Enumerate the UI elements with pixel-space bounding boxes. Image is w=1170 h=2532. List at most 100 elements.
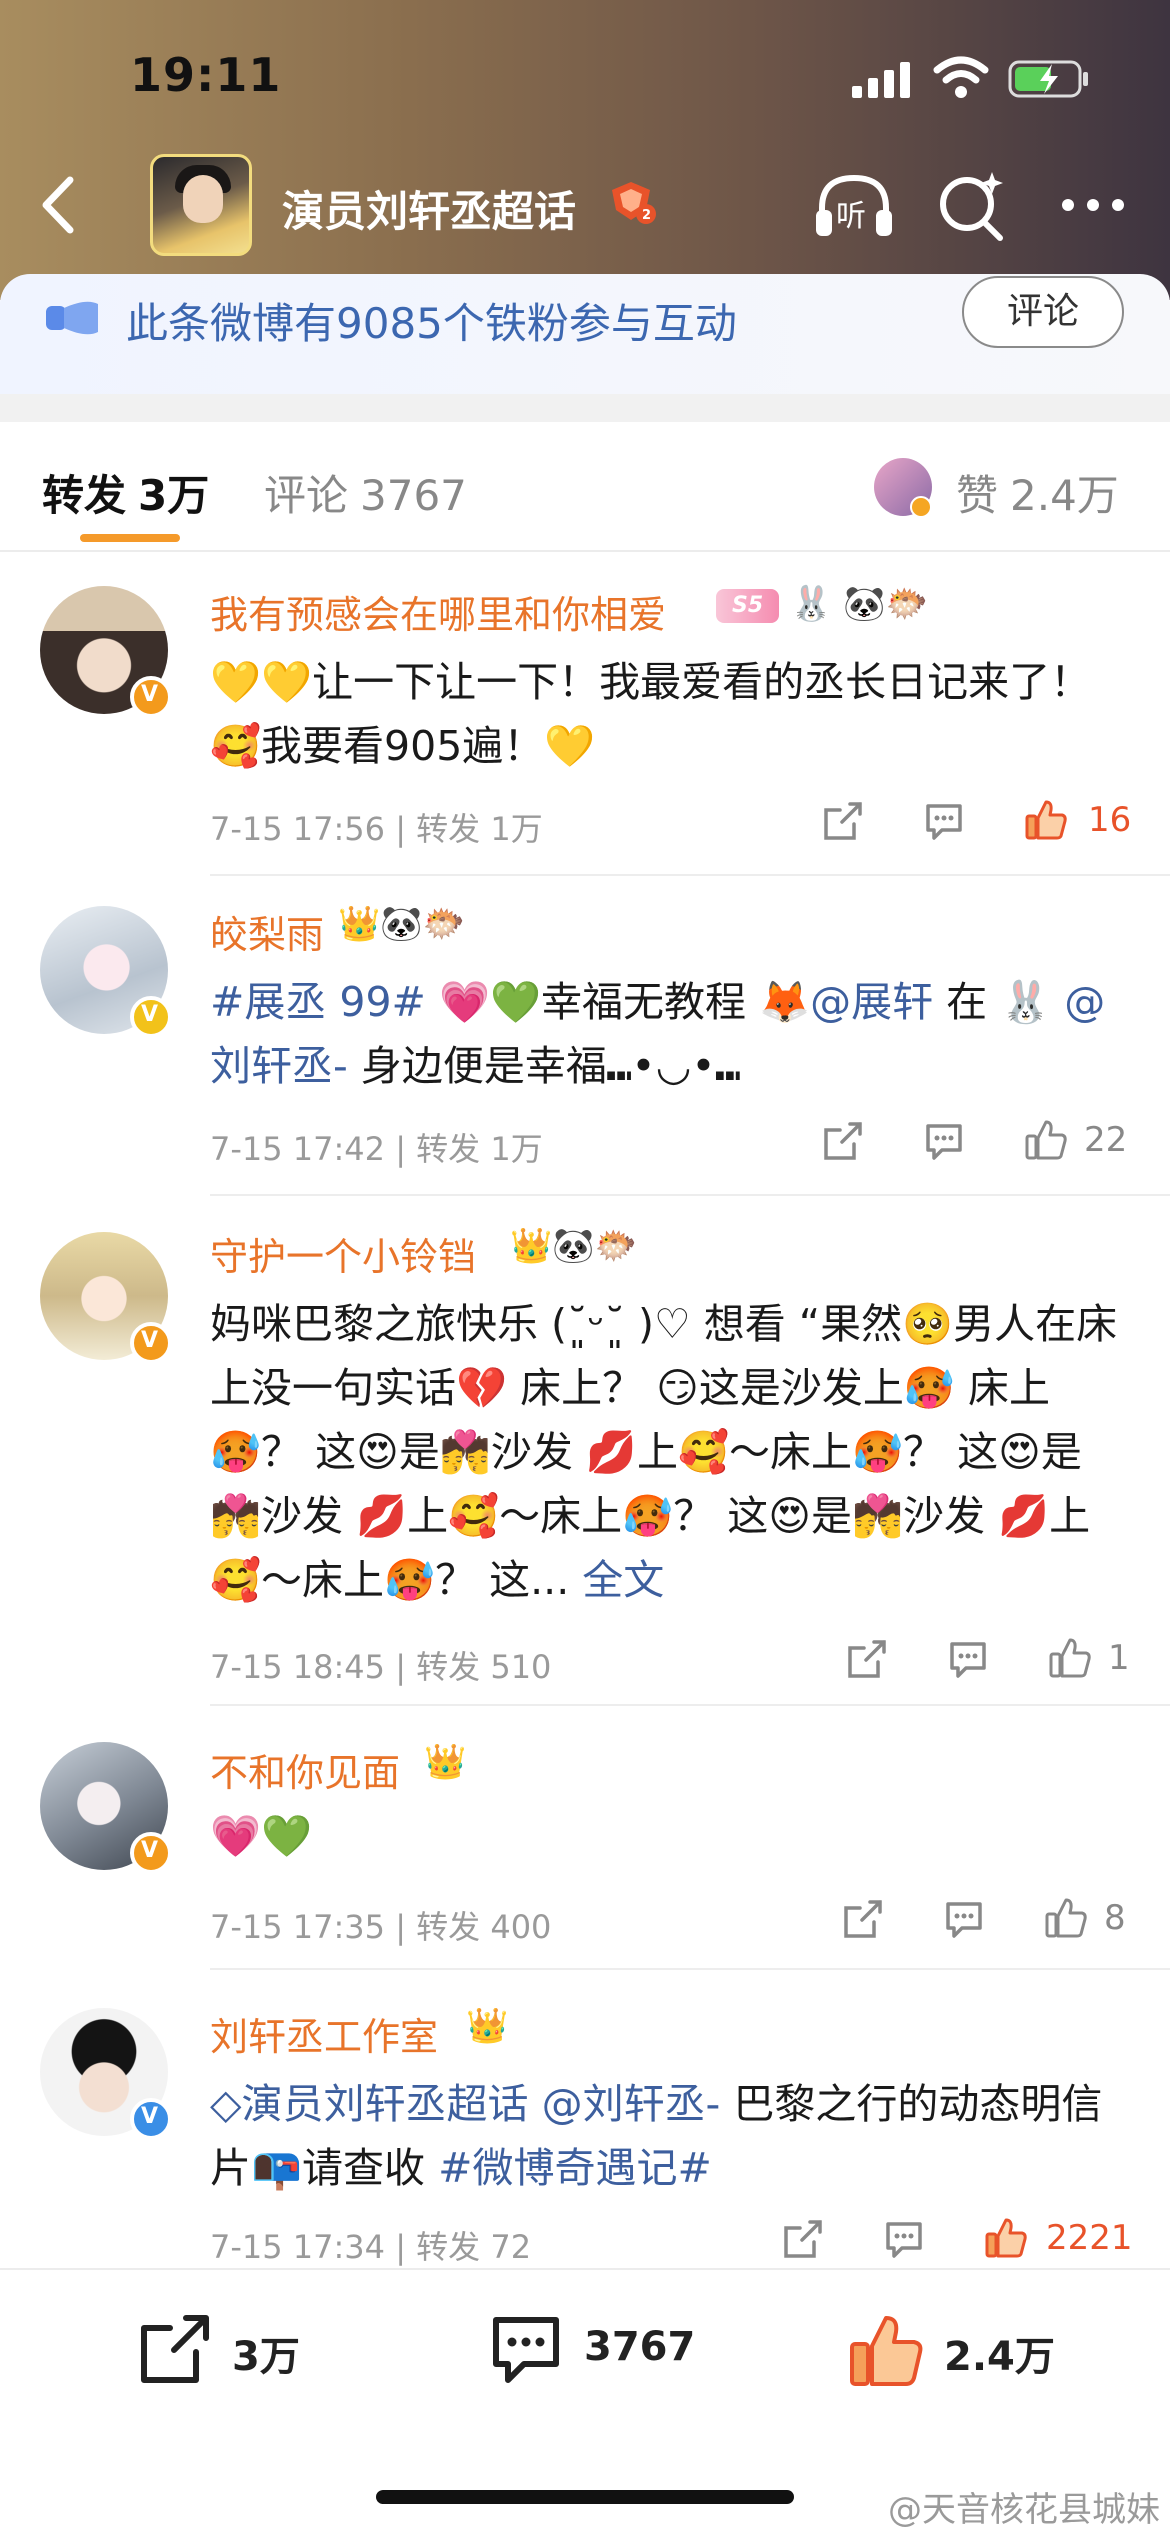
topic-title[interactable]: 演员刘轩丞超话 xyxy=(282,178,576,239)
svg-text:听: 听 xyxy=(836,199,866,234)
user-badges: 👑 xyxy=(466,2006,509,2046)
verified-badge-icon: V xyxy=(130,1832,172,1874)
comment-icon[interactable] xyxy=(942,1898,986,1942)
comment-text: 💛💛让一下让一下！我最爱看的丞长日记来了！🥰我要看905遍！💛 xyxy=(210,658,1092,770)
like-count: 2.4万 xyxy=(944,2334,1055,2380)
like-thumb-icon[interactable] xyxy=(1024,1118,1068,1162)
fan-megaphone-icon xyxy=(46,301,98,335)
topic-level-badge-icon: 2 xyxy=(612,182,656,224)
avatar[interactable]: V xyxy=(40,586,172,718)
user-badges: S5 🐰 🐼🐡 xyxy=(716,584,928,624)
forward-icon xyxy=(141,2315,209,2383)
share-icon[interactable] xyxy=(840,1898,884,1942)
like-count: 22 xyxy=(1084,1120,1128,1160)
forward-button[interactable]: 3万 xyxy=(136,2312,336,2392)
nav-bar: 演员刘轩丞超话 2 听 xyxy=(0,150,1170,260)
list-item: V 守护一个小铃铛 👑🐼🐡 妈咪巴黎之旅快乐 (˘͈ᵕ˘͈ )♡ 想看 “果然🥺… xyxy=(0,1196,1170,1706)
read-more-link[interactable]: 全文 xyxy=(582,1556,664,1604)
s5-badge: S5 xyxy=(716,588,780,623)
comment-meta: 7-15 17:42 | 转发 1万 xyxy=(210,1130,543,1168)
share-icon[interactable] xyxy=(780,2218,824,2262)
user-badges: 👑🐼🐡 xyxy=(510,1226,638,1266)
username[interactable]: 刘轩丞工作室 xyxy=(210,2006,438,2061)
comment-meta: 7-15 17:56 | 转发 1万 xyxy=(210,810,543,848)
comment-icon[interactable] xyxy=(882,2218,926,2262)
like-button[interactable]: 2.4万 xyxy=(848,2312,1088,2392)
share-icon[interactable] xyxy=(820,800,864,844)
comment-text: 妈咪巴黎之旅快乐 (˘͈ᵕ˘͈ )♡ 想看 “果然🥺男人在床上没一句实话💔 床上… xyxy=(210,1300,1118,1604)
like-thumb-icon[interactable] xyxy=(1048,1636,1092,1680)
verified-badge-icon: V xyxy=(130,1322,172,1364)
status-bar: 19:11 xyxy=(0,0,1170,150)
list-item: V 皎梨雨 👑🐼🐡 #展丞 99# 💗💚幸福无教程 🦊@展轩 在 🐰 @刘轩丞-… xyxy=(0,876,1170,1196)
fan-interaction-banner: 此条微博有9085个铁粉参与互动 评论 xyxy=(0,274,1170,394)
hashtag-link[interactable]: #展丞 99# xyxy=(210,978,426,1026)
tab-like-count: 2.4万 xyxy=(1010,471,1119,520)
tab-comment-count: 3767 xyxy=(360,471,467,520)
comment-icon[interactable] xyxy=(946,1638,990,1682)
list-item: V 不和你见面 👑 💗💚 7-15 17:35 | 转发 400 8 xyxy=(0,1706,1170,1970)
username[interactable]: 守护一个小铃铛 xyxy=(210,1226,476,1281)
topic-avatar[interactable] xyxy=(150,154,252,256)
forward-count: 3万 xyxy=(232,2334,300,2380)
comment-count: 3767 xyxy=(584,2324,696,2370)
watermark: @天音核花县城妹 xyxy=(888,2490,1160,2530)
tab-like-label: 赞 xyxy=(956,471,999,520)
like-count: 1 xyxy=(1108,1638,1130,1678)
share-icon[interactable] xyxy=(844,1638,888,1682)
interaction-tabs: 转发 3万 评论 3767 赞 2.4万 xyxy=(0,422,1170,552)
wifi-icon xyxy=(933,56,989,98)
verified-badge-icon: V xyxy=(130,2098,172,2140)
avatar[interactable]: V xyxy=(40,1742,172,1874)
comment-icon[interactable] xyxy=(922,1120,966,1164)
tab-like[interactable]: 赞 2.4万 xyxy=(956,462,1119,523)
avatar[interactable]: V xyxy=(40,1232,172,1364)
comment-meta: 7-15 18:45 | 转发 510 xyxy=(210,1648,552,1686)
avatar[interactable]: V xyxy=(40,906,172,1038)
like-thumb-icon[interactable] xyxy=(1024,798,1068,842)
comment-meta: 7-15 17:35 | 转发 400 xyxy=(210,1908,552,1946)
verified-badge-icon: V xyxy=(130,996,172,1038)
tab-comment-label: 评论 xyxy=(264,471,349,520)
battery-charging-icon xyxy=(1008,60,1088,98)
verified-badge-icon: V xyxy=(130,676,172,718)
fan-banner-text: 此条微博有9085个铁粉参与互动 xyxy=(126,299,737,348)
comment-text: ◇演员刘轩丞超话 @刘轩丞- 巴黎之行的动态明信片📭请查收 #微博奇遇记# xyxy=(210,2080,1103,2192)
comment-text: 💗💚 xyxy=(210,1812,313,1860)
active-tab-indicator xyxy=(80,534,180,542)
search-icon[interactable] xyxy=(934,168,1010,244)
topic-mention-link[interactable]: ◇演员刘轩丞超话 @刘轩丞- xyxy=(210,2080,720,2128)
more-options-icon[interactable] xyxy=(1058,180,1128,230)
comment-icon[interactable] xyxy=(922,800,966,844)
like-thumb-icon[interactable] xyxy=(1044,1896,1088,1940)
svg-text:2: 2 xyxy=(642,208,651,223)
bottom-action-bar: 3万 3767 2.4万 @天音核花县城妹 xyxy=(0,2268,1170,2532)
comment-text: #展丞 99# 💗💚幸福无教程 🦊@展轩 在 🐰 @刘轩丞- 身边便是幸福⑉•◡… xyxy=(210,978,1106,1090)
liker-avatar[interactable] xyxy=(874,458,932,518)
like-count: 16 xyxy=(1088,800,1132,840)
comment-button[interactable]: 评论 xyxy=(962,276,1124,348)
tab-forward-label: 转发 xyxy=(42,471,127,520)
user-badges: 👑🐼🐡 xyxy=(338,904,466,944)
list-item: V 我有预感会在哪里和你相爱 S5 🐰 🐼🐡 💛💛让一下让一下！我最爱看的丞长日… xyxy=(0,556,1170,876)
listen-headphones-icon[interactable]: 听 xyxy=(812,170,896,242)
comment-button[interactable]: 3767 xyxy=(488,2312,728,2392)
like-thumb-icon[interactable] xyxy=(984,2216,1028,2260)
like-count: 2221 xyxy=(1046,2218,1133,2258)
tab-comment[interactable]: 评论 3767 xyxy=(264,462,467,523)
mention-link[interactable]: @展轩 xyxy=(810,978,933,1026)
like-thumb-icon xyxy=(850,2316,923,2386)
list-item: V 刘轩丞工作室 👑 ◇演员刘轩丞超话 @刘轩丞- 巴黎之行的动态明信片📭请查收… xyxy=(0,1970,1170,2268)
tab-forward[interactable]: 转发 3万 xyxy=(42,462,209,523)
share-icon[interactable] xyxy=(820,1120,864,1164)
username[interactable]: 我有预感会在哪里和你相爱 xyxy=(210,584,666,639)
hashtag-link[interactable]: #微博奇遇记# xyxy=(438,2144,712,2192)
username[interactable]: 不和你见面 xyxy=(210,1742,400,1797)
avatar[interactable]: V xyxy=(40,2008,172,2140)
back-arrow-icon[interactable] xyxy=(30,170,90,240)
comment-meta: 7-15 17:34 | 转发 72 xyxy=(210,2228,532,2266)
section-divider xyxy=(0,394,1170,422)
like-count: 8 xyxy=(1104,1898,1126,1938)
username[interactable]: 皎梨雨 xyxy=(210,904,324,959)
comment-icon xyxy=(493,2317,559,2383)
